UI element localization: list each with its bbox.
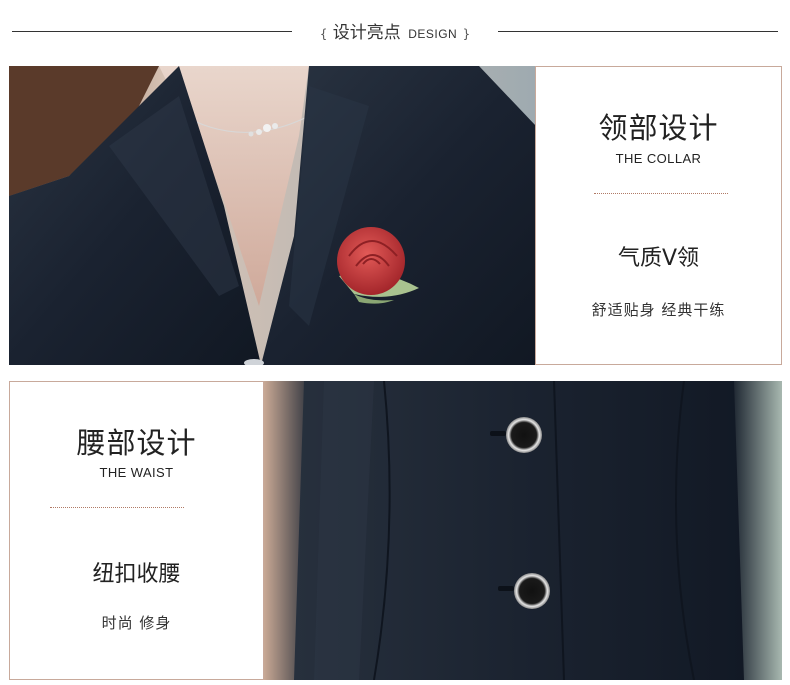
waist-subtitle: 时尚 修身 [101,614,172,632]
collar-photo [9,66,536,365]
header-brace-open: { [319,27,328,41]
waist-dotted-divider [50,507,184,508]
header-divider-left [12,31,292,32]
collar-info-panel: 领部设计 THE COLLAR 气质V领 舒适贴身 经典干练 [535,66,782,365]
waist-info-panel: 腰部设计 THE WAIST 纽扣收腰 时尚 修身 [9,381,264,680]
waist-feature: 纽扣收腰 [92,562,181,587]
waist-photo [264,381,782,680]
header-divider-right [498,31,778,32]
collar-dotted-divider [594,193,728,194]
collar-title-cn: 领部设计 [598,111,719,145]
section-header: { 设计亮点 DESIGN } [0,0,790,60]
header-title: { 设计亮点 DESIGN } [300,18,490,43]
waist-title-cn: 腰部设计 [76,426,197,460]
collar-title-en: THE COLLAR [615,151,702,166]
collar-subtitle: 舒适贴身 经典干练 [591,301,726,319]
header-title-cn: 设计亮点 [332,23,401,43]
header-title-en: DESIGN [408,27,458,41]
collar-feature: 气质V领 [617,246,700,271]
waist-title-en: THE WAIST [99,465,174,480]
header-brace-close: } [462,27,471,41]
